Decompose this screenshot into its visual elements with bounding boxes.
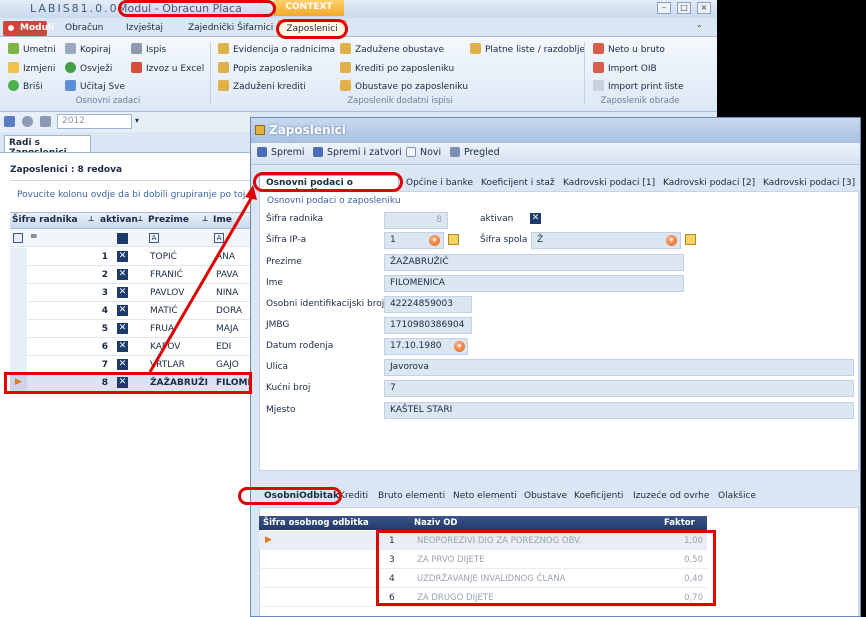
- annotation-arrow: [148, 194, 255, 373]
- arrowhead-icon: [245, 185, 257, 200]
- annotation-arrow-layer: [148, 185, 257, 373]
